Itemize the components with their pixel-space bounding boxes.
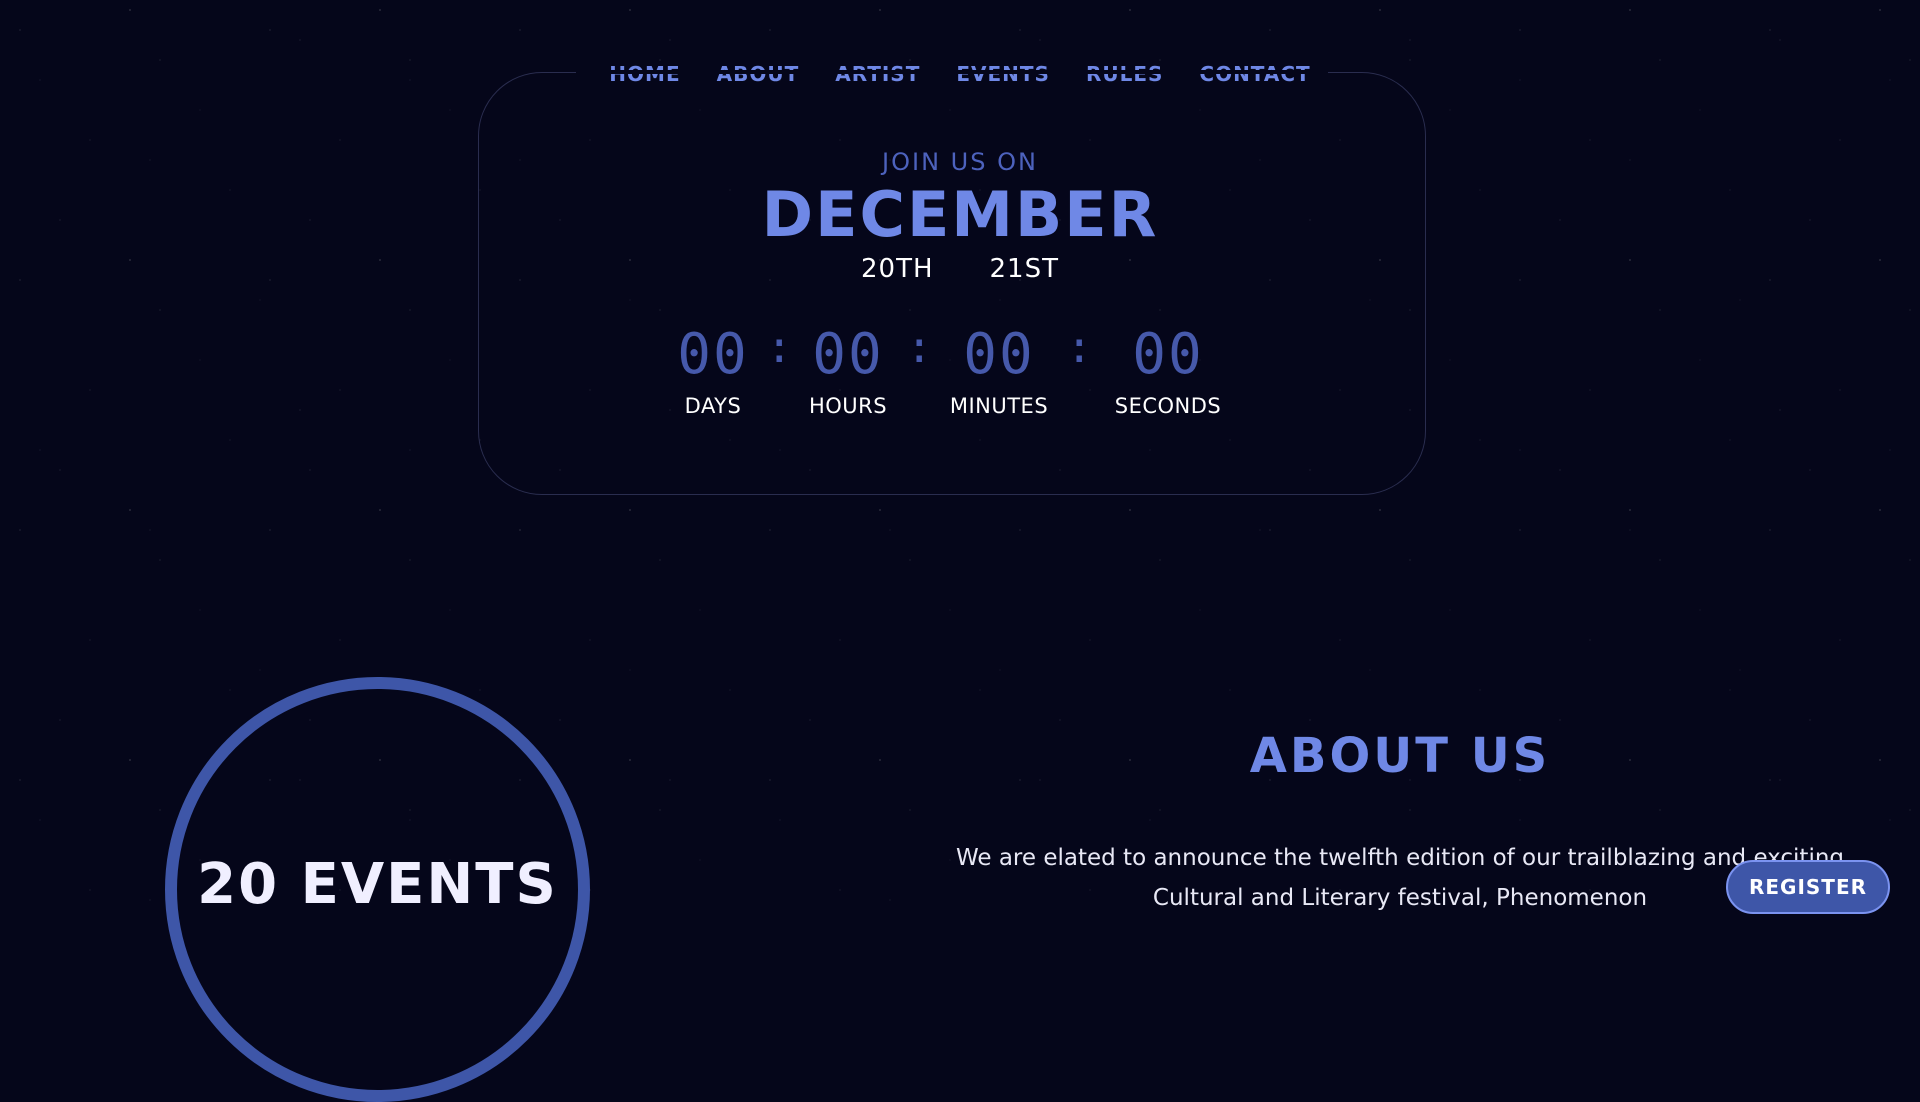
card-border-gap: [576, 70, 1328, 74]
events-count-text: 20 EVENTS: [197, 852, 558, 917]
event-dates: 20TH 21ST: [0, 254, 1920, 284]
event-month: DECEMBER: [761, 178, 1159, 251]
countdown-minutes-value: 00: [963, 322, 1035, 387]
event-date-day1: 20TH: [860, 254, 934, 284]
countdown-hours-value: 00: [812, 322, 884, 387]
about-us-title: ABOUT US: [1249, 728, 1551, 784]
countdown-days-label: DAYS: [684, 394, 742, 418]
countdown-seconds-label: SECONDS: [1114, 394, 1222, 418]
countdown-separator: :: [1066, 322, 1093, 373]
countdown-days-value: 00: [677, 322, 749, 387]
join-us-label: JOIN US ON: [882, 148, 1038, 176]
event-date-day2: 21ST: [989, 254, 1059, 284]
register-button[interactable]: REGISTER: [1726, 860, 1890, 914]
countdown-separator: :: [906, 322, 933, 373]
countdown-minutes-label: MINUTES: [949, 394, 1049, 418]
countdown-hours-label: HOURS: [808, 394, 888, 418]
countdown-seconds-value: 00: [1132, 322, 1204, 387]
